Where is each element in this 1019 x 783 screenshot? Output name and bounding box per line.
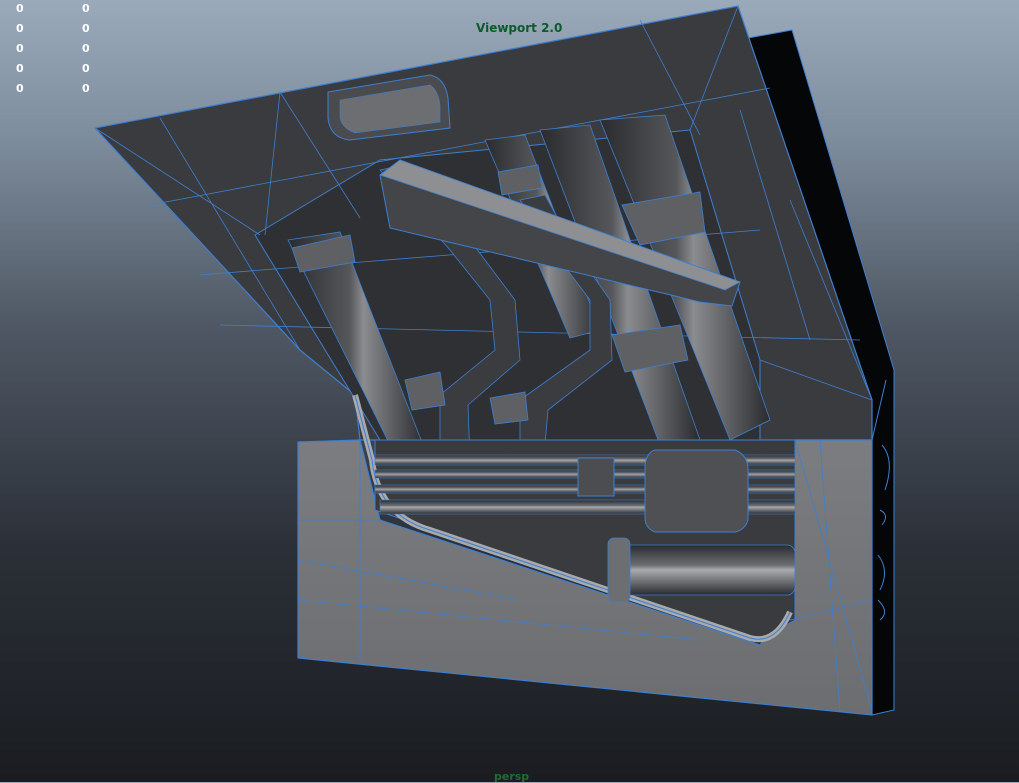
3d-viewport-scene[interactable] (0, 0, 1019, 782)
camera-name-label: persp (494, 770, 530, 783)
mesh-valve-box (644, 449, 749, 533)
mesh-junction-box (577, 457, 615, 497)
